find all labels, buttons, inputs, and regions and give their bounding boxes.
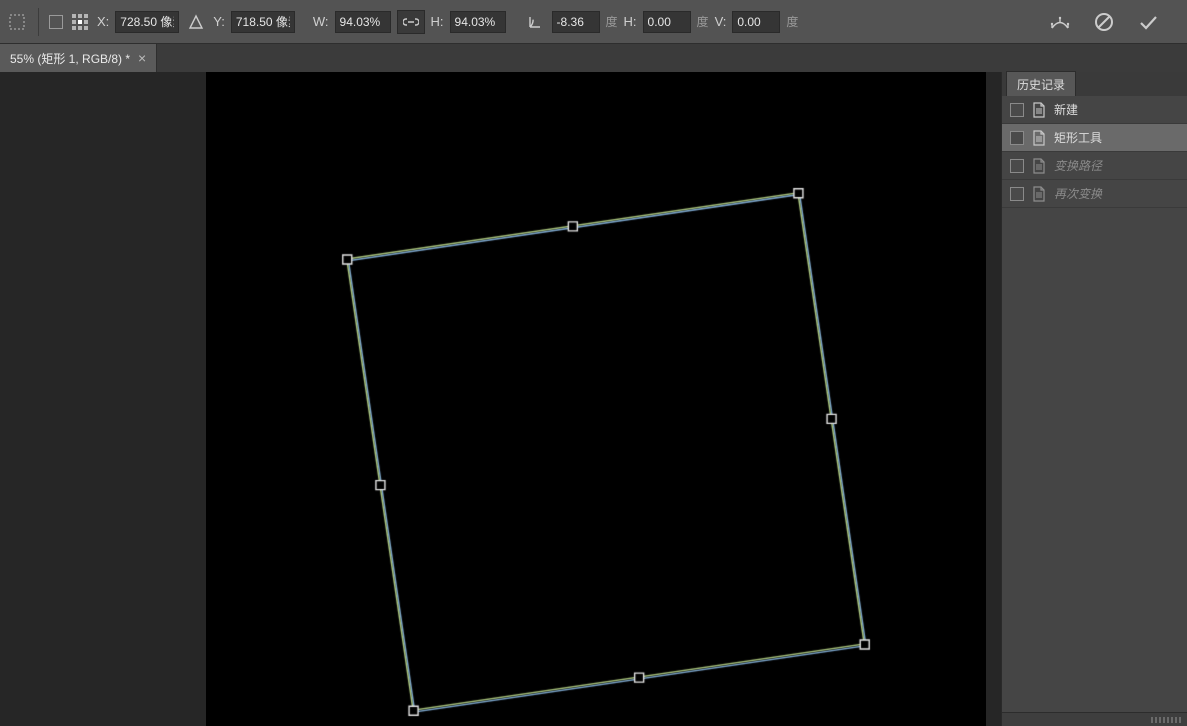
separator xyxy=(38,8,39,36)
x-input[interactable] xyxy=(115,11,179,33)
x-label: X: xyxy=(97,14,109,29)
history-list: 新建矩形工具变换路径再次变换 xyxy=(1002,96,1187,712)
history-item-label: 变换路径 xyxy=(1054,157,1102,174)
h-label: H: xyxy=(431,14,444,29)
panel-tabs: 历史记录 xyxy=(1002,72,1187,96)
history-item[interactable]: 再次变换 xyxy=(1002,180,1187,208)
panel-footer xyxy=(1002,712,1187,726)
history-item-label: 再次变换 xyxy=(1054,185,1102,202)
history-visibility-checkbox[interactable] xyxy=(1010,103,1024,117)
history-item-label: 矩形工具 xyxy=(1054,129,1102,146)
reference-point-icon[interactable] xyxy=(69,11,91,33)
link-aspect-button[interactable] xyxy=(397,10,425,34)
transform-options-bar: X: Y: W: H: 度 H: 度 V: 度 xyxy=(0,0,1187,44)
document-tab-title: 55% (矩形 1, RGB/8) * xyxy=(10,50,130,67)
resize-grip-icon[interactable] xyxy=(1151,717,1181,723)
y-input[interactable] xyxy=(231,11,295,33)
history-panel: 历史记录 新建矩形工具变换路径再次变换 xyxy=(1001,72,1187,726)
workspace: 历史记录 新建矩形工具变换路径再次变换 xyxy=(0,72,1187,726)
document-tab[interactable]: 55% (矩形 1, RGB/8) * × xyxy=(0,44,157,72)
vskew-label: V: xyxy=(715,14,727,29)
delta-icon[interactable] xyxy=(185,11,207,33)
commit-transform-icon[interactable] xyxy=(1137,11,1159,33)
history-item[interactable]: 变换路径 xyxy=(1002,152,1187,180)
w-label: W: xyxy=(313,14,329,29)
history-item[interactable]: 矩形工具 xyxy=(1002,124,1187,152)
transform-overlay[interactable] xyxy=(206,72,986,726)
history-step-icon xyxy=(1032,102,1046,118)
history-visibility-checkbox[interactable] xyxy=(1010,187,1024,201)
history-step-icon xyxy=(1032,186,1046,202)
tool-indicator-icon xyxy=(6,11,28,33)
cancel-transform-icon[interactable] xyxy=(1093,11,1115,33)
vskew-unit: 度 xyxy=(786,13,798,30)
y-label: Y: xyxy=(213,14,225,29)
hskew-label: H: xyxy=(624,14,637,29)
close-tab-icon[interactable]: × xyxy=(138,50,146,66)
relative-position-checkbox[interactable] xyxy=(49,15,63,29)
document-tab-bar: 55% (矩形 1, RGB/8) * × xyxy=(0,44,1187,72)
angle-unit: 度 xyxy=(606,13,618,30)
history-tab-label: 历史记录 xyxy=(1017,78,1065,92)
history-visibility-checkbox[interactable] xyxy=(1010,131,1024,145)
history-item-label: 新建 xyxy=(1054,101,1078,118)
angle-input[interactable] xyxy=(552,11,600,33)
history-visibility-checkbox[interactable] xyxy=(1010,159,1024,173)
h-input[interactable] xyxy=(450,11,506,33)
history-tab[interactable]: 历史记录 xyxy=(1006,71,1076,96)
hskew-input[interactable] xyxy=(643,11,691,33)
hskew-unit: 度 xyxy=(697,13,709,30)
canvas-area[interactable] xyxy=(0,72,1001,726)
history-step-icon xyxy=(1032,158,1046,174)
history-item[interactable]: 新建 xyxy=(1002,96,1187,124)
history-step-icon xyxy=(1032,130,1046,146)
angle-icon xyxy=(524,11,546,33)
warp-mode-icon[interactable] xyxy=(1049,11,1071,33)
w-input[interactable] xyxy=(335,11,391,33)
vskew-input[interactable] xyxy=(732,11,780,33)
